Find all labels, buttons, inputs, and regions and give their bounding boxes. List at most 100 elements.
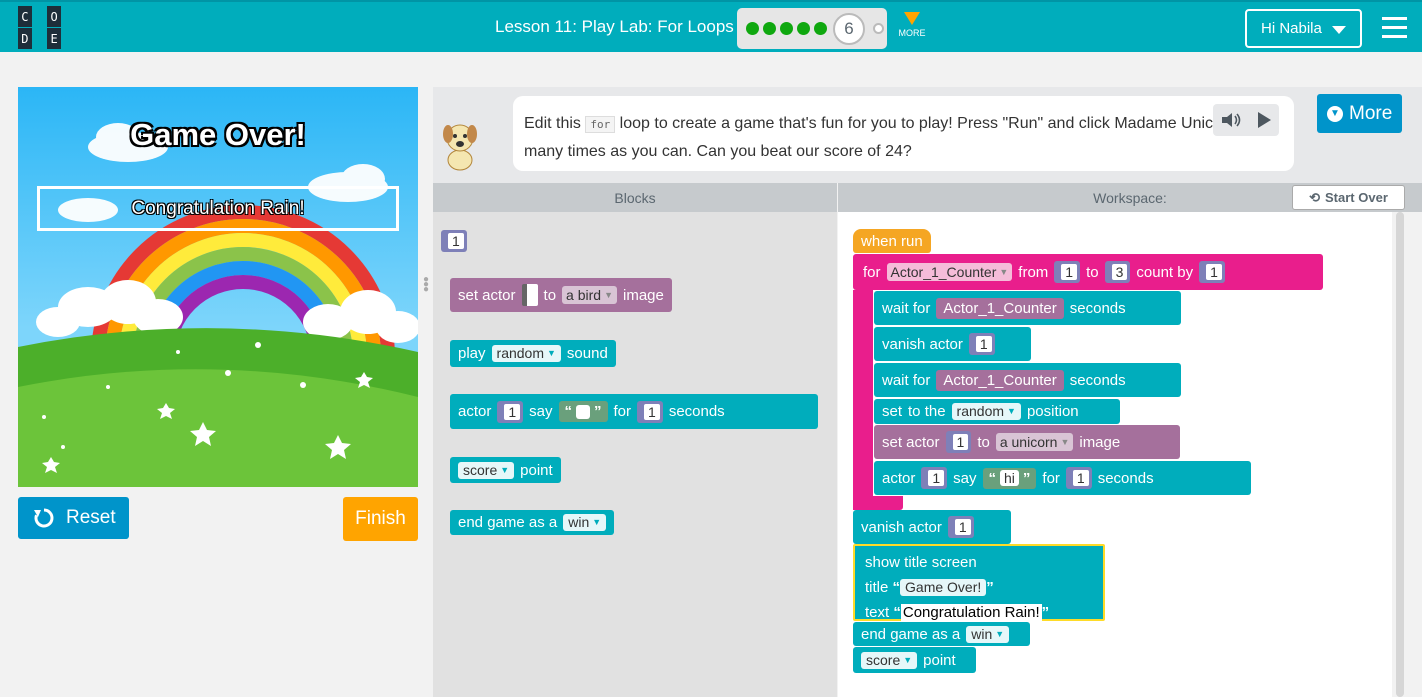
count-by-number[interactable]: 1 [1199, 261, 1225, 283]
more-lessons-label: MORE [898, 28, 926, 38]
to-number[interactable]: 3 [1104, 261, 1131, 283]
set-position-block[interactable]: set to the random ▼ position [874, 399, 1120, 424]
level-progress: 6 [737, 8, 887, 49]
undo-icon: ⟲ [1309, 189, 1321, 205]
wait-for-block-2[interactable]: wait for Actor_1_Counter seconds [874, 363, 1181, 397]
block-label: say [529, 403, 553, 420]
win-dropdown[interactable]: win ▼ [966, 625, 1010, 643]
for-loop-block[interactable]: for Actor_1_Counter ▼ from 1 to 3 count b… [855, 258, 1233, 286]
seconds-number[interactable]: 1 [637, 400, 663, 423]
vanish-actor-block-2[interactable]: vanish actor 1 [853, 510, 1011, 544]
current-level-bubble[interactable]: 6 [833, 12, 865, 45]
user-menu-button[interactable]: Hi Nabila [1245, 9, 1362, 48]
toolbox-play-sound-block[interactable]: play random ▼ sound [450, 340, 616, 367]
user-menu-label: Hi Nabila [1261, 20, 1322, 37]
more-lessons-toggle[interactable]: MORE [896, 12, 928, 38]
say-text-block[interactable]: “” [558, 401, 608, 422]
score-dropdown[interactable]: score ▼ [458, 461, 515, 479]
game-stage[interactable]: Game Over! Congratulation Rain! [18, 87, 418, 487]
seconds-number[interactable]: 1 [1065, 467, 1092, 489]
win-dropdown[interactable]: win ▼ [563, 514, 607, 531]
toolbox-set-actor-block[interactable]: set actor to a bird ▼ image [450, 278, 672, 312]
variable-block[interactable]: Actor_1_Counter [936, 369, 1064, 391]
instructions-code: for [585, 116, 616, 133]
say-text-block[interactable]: “hi” [982, 467, 1037, 489]
reset-button[interactable]: Reset [18, 497, 129, 539]
block-label: point [520, 461, 553, 479]
block-label: say [953, 469, 977, 487]
from-number[interactable]: 1 [1054, 261, 1081, 283]
variable-block[interactable]: Actor_1_Counter [936, 297, 1064, 319]
actor-say-block[interactable]: actor 1 say “hi” for 1 seconds [874, 461, 1251, 495]
block-label: for [863, 263, 881, 281]
block-label: image [623, 286, 664, 304]
actor-number[interactable]: 1 [968, 333, 995, 355]
block-label: to the [908, 403, 946, 420]
level-dot-4[interactable] [797, 22, 810, 35]
logo-letter-e: E [47, 28, 61, 49]
toolbox-end-game-block[interactable]: end game as a win ▼ [450, 510, 615, 535]
reset-icon [34, 508, 54, 528]
actor-number[interactable]: 1 [921, 467, 948, 489]
block-label: actor [458, 403, 492, 420]
end-game-block[interactable]: end game as a win ▼ [853, 622, 1030, 646]
start-over-button[interactable]: ⟲ Start Over [1292, 185, 1405, 210]
hamburger-menu-icon[interactable] [1382, 17, 1407, 44]
block-label: when run [861, 232, 923, 250]
block-label: set [882, 403, 903, 420]
block-label: point [923, 651, 956, 669]
blocks-header: Blocks [433, 183, 837, 212]
block-label: end game as a [861, 625, 961, 643]
vanish-actor-block-1[interactable]: vanish actor 1 [874, 327, 1031, 361]
block-label: image [1079, 433, 1121, 451]
loop-variable-dropdown[interactable]: Actor_1_Counter ▼ [886, 263, 1013, 281]
image-dropdown[interactable]: a unicorn ▼ [995, 433, 1074, 451]
toolbox-number-block[interactable]: 1 [441, 229, 467, 253]
audio-controls [1213, 104, 1279, 136]
for-loop-footer [853, 496, 903, 510]
block-label: for [613, 403, 632, 420]
play-icon[interactable] [1255, 111, 1273, 129]
level-dot-2[interactable] [763, 22, 776, 35]
title-screen-label: show title screen [865, 554, 977, 571]
toolbox-score-point-block[interactable]: score ▼ point [450, 457, 561, 483]
for-loop-spine [853, 290, 873, 510]
score-point-block[interactable]: score ▼ point [853, 647, 976, 673]
score-dropdown[interactable]: score ▼ [861, 651, 918, 669]
speaker-icon[interactable] [1220, 111, 1242, 129]
resize-handle-icon[interactable]: ● ● ● [423, 275, 429, 295]
title-text-field[interactable]: Game Over! [900, 579, 987, 596]
block-label: vanish actor [861, 518, 942, 536]
when-run-block[interactable]: when run [853, 229, 931, 253]
block-label: seconds [1069, 371, 1126, 389]
set-actor-image-block[interactable]: set actor 1 to a unicorn ▼ image [874, 425, 1180, 459]
level-dot-7[interactable] [873, 23, 884, 34]
show-title-screen-block[interactable]: show title screen title “Game Over!” tex… [853, 544, 1105, 621]
block-label: seconds [1097, 469, 1154, 487]
level-dot-1[interactable] [746, 22, 759, 35]
block-label: set actor [882, 433, 940, 451]
code-org-logo[interactable]: C O D E [18, 6, 61, 49]
actor-number[interactable]: 1 [947, 516, 974, 538]
finish-button[interactable]: Finish [343, 497, 418, 541]
instructions-text-after: loop to create a game that's fun for you… [524, 115, 1258, 160]
level-dot-3[interactable] [780, 22, 793, 35]
lesson-title[interactable]: Lesson 11: Play Lab: For Loops [495, 17, 734, 37]
instructions-bubble: Edit this for loop to create a game that… [513, 96, 1294, 171]
toolbox-actor-say-block[interactable]: actor 1 say “” for 1 seconds [450, 394, 818, 429]
level-dot-5[interactable] [814, 22, 827, 35]
workspace-scrollbar[interactable] [1396, 212, 1404, 697]
actor-number[interactable]: 1 [945, 431, 972, 453]
subtitle-text-field[interactable]: Congratulation Rain! [900, 604, 1042, 621]
actor-number[interactable]: 1 [497, 400, 524, 423]
instructions-text-before: Edit this [524, 115, 586, 132]
wait-for-block-1[interactable]: wait for Actor_1_Counter seconds [874, 291, 1181, 325]
empty-slot [521, 284, 538, 306]
block-label: position [1026, 403, 1079, 420]
sound-dropdown[interactable]: random ▼ [491, 345, 561, 362]
block-label: count by [1136, 263, 1194, 281]
image-dropdown[interactable]: a bird ▼ [562, 286, 617, 304]
block-label: play [458, 345, 486, 362]
more-instructions-button[interactable]: ▼ More [1317, 94, 1402, 133]
position-dropdown[interactable]: random ▼ [951, 403, 1021, 420]
